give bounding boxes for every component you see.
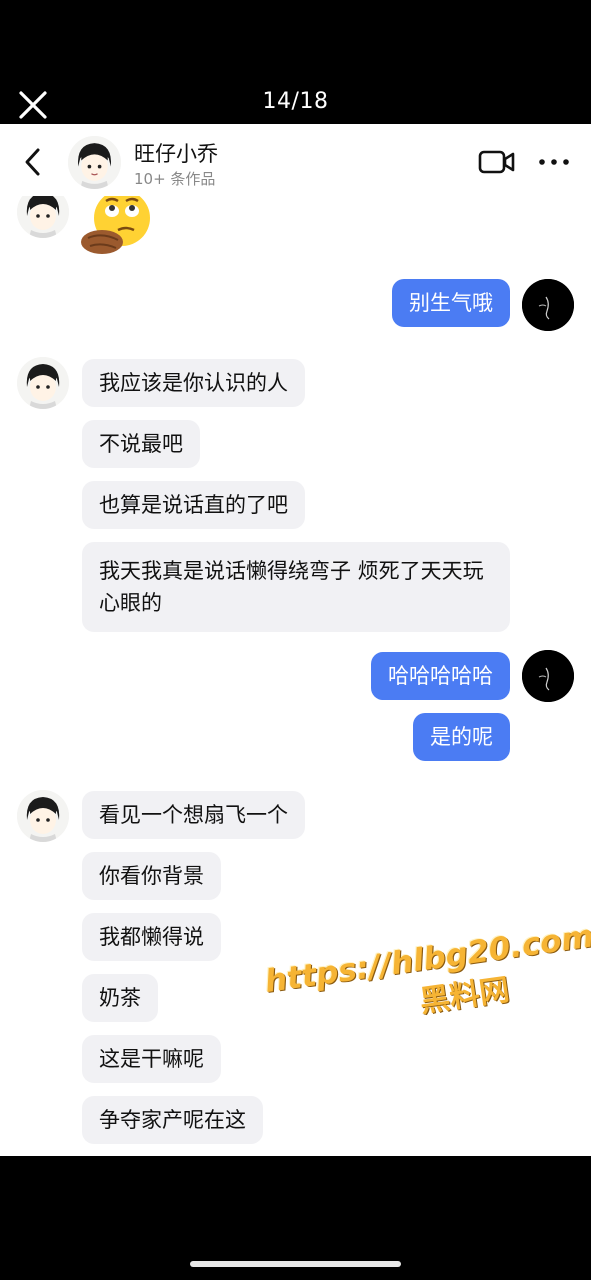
- girl-avatar-icon: [68, 136, 121, 189]
- message-bubble-outgoing[interactable]: 哈哈哈哈哈: [371, 652, 510, 700]
- contact-name: 旺仔小乔: [134, 142, 218, 166]
- message-bubble-outgoing[interactable]: 别生气哦: [392, 279, 510, 327]
- viewer-top-bar: 14/18: [0, 0, 591, 124]
- message-bubble-incoming[interactable]: 你看你背景: [82, 852, 221, 900]
- self-avatar-icon: [522, 279, 574, 331]
- girl-avatar-icon: [17, 357, 69, 409]
- message-bubble-incoming[interactable]: 我都懒得说: [82, 913, 221, 961]
- video-call-button[interactable]: [478, 148, 516, 176]
- contact-works-count: 10+ 条作品: [134, 170, 216, 188]
- thinking-emoji: [80, 186, 154, 258]
- self-avatar[interactable]: [522, 650, 574, 702]
- video-call-icon: [478, 150, 515, 174]
- thinking-face-icon: [81, 190, 150, 254]
- message-bubble-incoming[interactable]: 我天我真是说话懒得绕弯子 烦死了天天玩心眼的: [82, 542, 510, 632]
- image-counter: 14/18: [262, 89, 329, 114]
- contact-avatar[interactable]: [68, 136, 121, 189]
- back-button[interactable]: [18, 144, 48, 180]
- back-icon: [25, 148, 40, 176]
- more-button[interactable]: [538, 150, 570, 174]
- more-icon: [539, 159, 569, 165]
- message-bubble-incoming[interactable]: 奶茶: [82, 974, 158, 1022]
- chat-screenshot: 旺仔小乔 10+ 条作品 别生气哦 我应该是你认识的人 不说最吧 也算是说话直的…: [0, 124, 591, 1156]
- message-bubble-incoming[interactable]: 不说最吧: [82, 420, 200, 468]
- message-bubble-incoming[interactable]: 也算是说话直的了吧: [82, 481, 305, 529]
- self-avatar-icon: [522, 650, 574, 702]
- chat-header: 旺仔小乔 10+ 条作品: [0, 124, 591, 196]
- girl-avatar-icon: [17, 790, 69, 842]
- message-bubble-outgoing[interactable]: 是的呢: [413, 713, 510, 761]
- watermark-url: https://hlbg20.com: [262, 918, 591, 1001]
- message-bubble-incoming[interactable]: 这是干嘛呢: [82, 1035, 221, 1083]
- home-indicator[interactable]: [190, 1261, 401, 1267]
- message-bubble-incoming[interactable]: 争夺家产呢在这: [82, 1096, 263, 1144]
- self-avatar[interactable]: [522, 279, 574, 331]
- contact-avatar-msg[interactable]: [17, 790, 69, 842]
- contact-avatar-msg[interactable]: [17, 357, 69, 409]
- message-bubble-incoming[interactable]: 我应该是你认识的人: [82, 359, 305, 407]
- watermark: https://hlbg20.com 黑料网: [263, 918, 591, 1041]
- message-bubble-incoming[interactable]: 看见一个想扇飞一个: [82, 791, 305, 839]
- watermark-site-name: 黑料网: [417, 972, 512, 1020]
